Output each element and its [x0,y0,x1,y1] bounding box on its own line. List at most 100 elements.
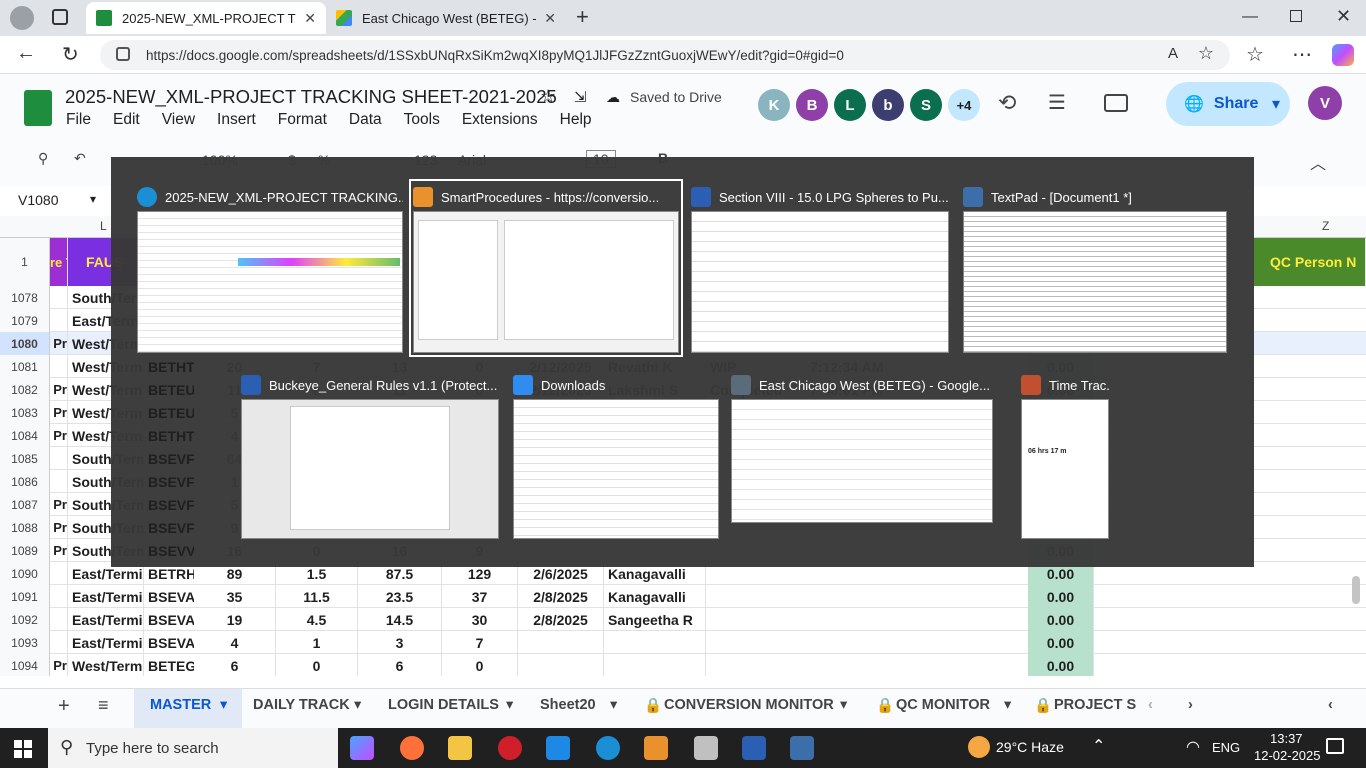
version-history-icon[interactable]: ⟲ [998,90,1016,116]
minimize-icon[interactable]: — [1242,8,1258,26]
avatar[interactable]: L [834,89,866,121]
restore-icon[interactable] [1290,10,1302,22]
add-sheet-icon[interactable]: + [58,695,70,718]
row-number[interactable]: 1088 [0,516,50,539]
table-cell[interactable]: BSEVV [144,539,194,562]
switcher-window-time-tracker[interactable]: Time Trac... 06 hrs 17 m [1021,371,1109,539]
table-cell[interactable]: g Pr [50,539,68,562]
table-cell[interactable] [50,355,68,378]
qc-cell[interactable]: 0.00 [1028,631,1094,654]
table-cell[interactable]: 3 [358,631,442,654]
table-cell[interactable] [50,562,68,585]
menu-format[interactable]: Format [278,111,327,129]
row-number[interactable]: 1090 [0,562,50,585]
table-cell[interactable]: BETRH [144,562,194,585]
table-cell[interactable] [50,309,68,332]
clock-time[interactable]: 13:37 [1270,731,1303,746]
switcher-window-smartprocedures[interactable]: SmartProcedures - https://conversio... [409,179,683,357]
meet-icon[interactable] [1104,94,1128,112]
column-header-l[interactable]: L [100,219,107,233]
menu-file[interactable]: File [66,111,91,129]
sheet-tab-project-s[interactable]: PROJECT S [1054,697,1136,713]
read-aloud-icon[interactable]: A [1168,45,1178,62]
row-number[interactable]: 1092 [0,608,50,631]
star-icon[interactable]: ☆ [540,86,556,107]
row-number[interactable]: 1087 [0,493,50,516]
app-taskbar-icon[interactable] [694,736,718,760]
tab-actions-icon[interactable] [52,9,68,25]
collapse-sidepanel-icon[interactable]: ‹ [1328,697,1333,713]
table-cell[interactable]: g Pr [50,378,68,401]
table-cell[interactable] [604,654,706,676]
table-cell[interactable]: Kanagavalli [604,585,706,608]
table-cell[interactable]: 2/8/2025 [518,585,604,608]
sheet-tab-conversion-monitor[interactable]: CONVERSION MONITOR [664,697,834,713]
tray-up-icon[interactable]: ⌃ [1092,736,1105,756]
sheet-tab-sheet20[interactable]: Sheet20 [540,697,596,713]
row-number[interactable]: 1080 [0,332,50,355]
table-cell[interactable]: East/Termin [68,585,144,608]
row-number[interactable]: 1078 [0,286,50,309]
table-cell[interactable] [50,286,68,309]
table-cell[interactable]: 0 [276,654,358,676]
new-tab-icon[interactable]: + [576,4,589,30]
table-cell[interactable]: g Pr [50,332,68,355]
sheet-tab-login-details[interactable]: LOGIN DETAILS [388,697,499,713]
profile-icon[interactable] [10,6,34,30]
row-number[interactable]: 1093 [0,631,50,654]
copilot-taskbar-icon[interactable] [350,736,374,760]
scroll-right-icon[interactable]: › [1188,697,1193,713]
weather-text[interactable]: 29°C Haze [996,739,1064,755]
row-number[interactable]: 1089 [0,539,50,562]
name-box-dropdown-icon[interactable]: ▾ [90,192,96,206]
back-icon[interactable]: ← [16,42,36,65]
menu-tools[interactable]: Tools [404,111,440,129]
row-number[interactable]: 1082 [0,378,50,401]
menu-view[interactable]: View [162,111,195,129]
table-cell[interactable]: BETEU [144,378,194,401]
menu-edit[interactable]: Edit [113,111,140,129]
table-cell[interactable]: 30 [442,608,518,631]
table-cell[interactable]: 11.5 [276,585,358,608]
table-cell[interactable]: 23.5 [358,585,442,608]
textpad-taskbar-icon[interactable] [790,736,814,760]
copilot-icon[interactable] [1332,44,1354,66]
table-cell[interactable]: 4.5 [276,608,358,631]
table-cell[interactable] [144,332,194,355]
site-info-icon[interactable] [116,47,130,61]
menu-insert[interactable]: Insert [217,111,256,129]
all-sheets-icon[interactable]: ≡ [98,695,109,716]
close-tab-icon[interactable]: ✕ [304,10,316,27]
table-cell[interactable]: BSEVF [144,516,194,539]
favorite-star-icon[interactable]: ☆ [1198,43,1214,64]
table-cell[interactable]: g Pr [50,401,68,424]
table-cell[interactable]: 6 [194,654,276,676]
table-cell[interactable]: 35 [194,585,276,608]
opera-icon[interactable] [498,736,522,760]
qc-cell[interactable]: 0.00 [1028,608,1094,631]
table-cell[interactable]: 37 [442,585,518,608]
more-menu-icon[interactable]: ⋯ [1292,42,1312,67]
sheet-tab-dropdown-icon[interactable]: ▾ [506,697,513,713]
table-cell[interactable]: BETHT [144,424,194,447]
switcher-window-word-buckeye[interactable]: Buckeye_General Rules v1.1 (Protect... [241,371,499,539]
menu-data[interactable]: Data [349,111,382,129]
taskbar-search[interactable]: ⚲ Type here to search [48,728,338,768]
table-cell[interactable]: BSEVF [144,470,194,493]
table-cell[interactable]: g Pr [50,516,68,539]
avatar[interactable]: b [872,89,904,121]
table-cell[interactable]: 4 [194,631,276,654]
vertical-scrollbar[interactable] [1352,576,1360,604]
table-cell[interactable]: BSEVA [144,631,194,654]
table-cell[interactable]: 6 [358,654,442,676]
table-cell[interactable] [604,631,706,654]
table-cell[interactable]: 19 [194,608,276,631]
switcher-window-word-section[interactable]: Section VIII - 15.0 LPG Spheres to Pu... [691,183,949,353]
header-cell[interactable]: QC Person N [1254,238,1366,286]
sheet-tab-qc-monitor[interactable]: QC MONITOR [896,697,990,713]
table-cell[interactable]: BSEVA [144,585,194,608]
table-cell[interactable] [50,631,68,654]
row-number[interactable]: 1086 [0,470,50,493]
switcher-window-downloads[interactable]: Downloads [513,371,719,539]
switcher-window-textpad[interactable]: TextPad - [Document1 *] [963,183,1227,353]
